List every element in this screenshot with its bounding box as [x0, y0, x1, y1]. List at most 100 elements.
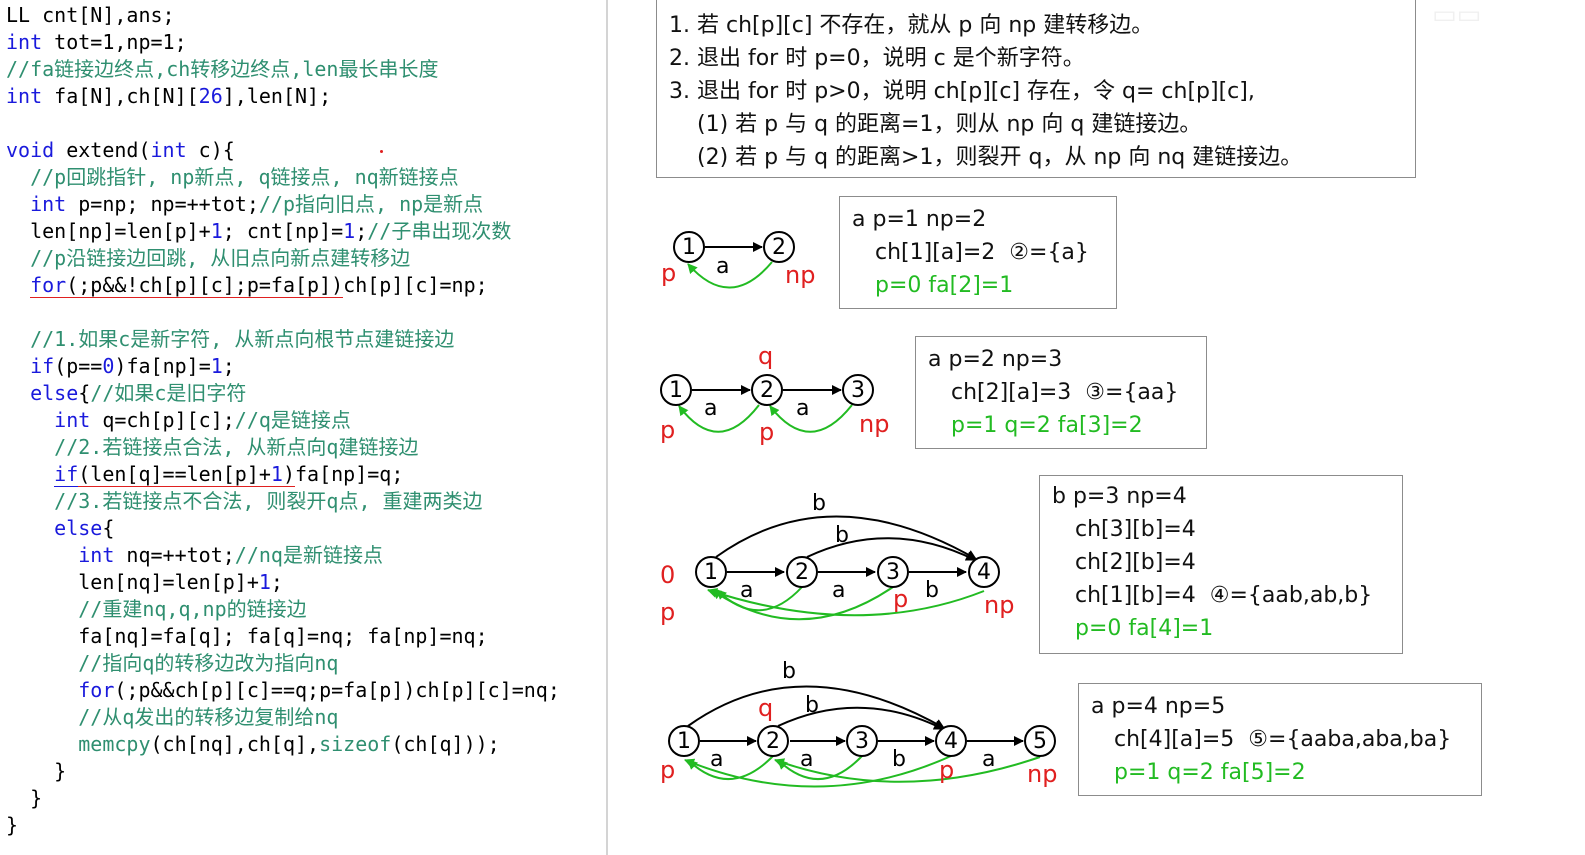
code-line: }: [6, 813, 19, 837]
edge-label: a: [716, 254, 729, 279]
state-node: [673, 231, 705, 263]
pointer-label-np: np: [1027, 760, 1057, 788]
edge-label: b: [812, 491, 826, 516]
state-node: [935, 725, 967, 757]
edge-label: b: [805, 693, 819, 718]
transition-edge: [687, 685, 945, 729]
code-line: if(p==0)fa[np]=1;: [30, 354, 235, 378]
code-comment: //p沿链接边回跳, 从旧点向新点建转移边: [6, 246, 411, 270]
step-1-line-2: ch[1][a]=2 ②={a}: [875, 240, 1089, 265]
code-line: LL cnt[N],ans;: [6, 3, 175, 27]
link-edge: [687, 261, 773, 289]
code-line: if(len[q]==len[p]+1)fa[np]=q;: [54, 462, 404, 487]
step-3-line-1: b p=3 np=4: [1052, 484, 1187, 509]
transition-edge: [715, 515, 977, 560]
state-node: [842, 374, 874, 406]
edge-label: a: [796, 396, 809, 421]
state-label: 1: [682, 235, 696, 260]
rule-2: 2. 退出 for 时 p=0，说明 c 是个新字符。: [669, 46, 1085, 71]
link-edge: [769, 404, 853, 433]
code-line: int tot=1,np=1;: [6, 30, 187, 54]
code-comment: //3.若链接点不合法, 则裂开q点, 重建两类边: [6, 489, 483, 513]
code-comment: //1.如果c是新字符, 从新点向根节点建链接边: [6, 327, 455, 351]
link-edge: [707, 588, 985, 617]
code-comment: //指向q的转移边改为指向nq: [6, 651, 339, 675]
rule-3: 3. 退出 for 时 p>0，说明 ch[p][c] 存在，令 q= ch[p…: [669, 79, 1255, 104]
state-node: [660, 374, 692, 406]
state-node: [786, 556, 818, 588]
step-4-line-2: ch[4][a]=5 ⑤={aaba,aba,ba}: [1114, 727, 1452, 752]
code-line: else{//如果c是旧字符: [30, 381, 247, 405]
state-node: [757, 725, 789, 757]
pointer-label-p: p: [660, 416, 675, 444]
state-label: 4: [977, 560, 991, 585]
state-node: [877, 556, 909, 588]
state-node: [751, 374, 783, 406]
link-edge: [716, 586, 803, 612]
edge-label: a: [832, 578, 845, 603]
state-node: [968, 556, 1000, 588]
code-line: int q=ch[p][c];//q是链接点: [54, 408, 351, 432]
watermark-logo: ▭▭: [1432, 0, 1482, 30]
state-node: [846, 725, 878, 757]
state-node: [763, 231, 795, 263]
pointer-label-np: np: [984, 591, 1014, 619]
pointer-label-p: p: [660, 756, 675, 784]
code-editor[interactable]: LL cnt[N],ans; int tot=1,np=1; //fa链接边终点…: [0, 0, 606, 855]
edge-label: a: [740, 578, 753, 603]
state-label: 1: [669, 378, 683, 403]
diagram-step-2: 1 2 3 a a q p p np: [660, 342, 889, 446]
code-line: len[np]=len[p]+1; cnt[np]=1;//子串出现次数: [6, 219, 512, 243]
link-edge: [774, 756, 1041, 783]
pointer-label-zero: 0: [660, 561, 675, 589]
pane-divider[interactable]: [606, 0, 608, 855]
pointer-label-q: q: [758, 694, 773, 722]
state-label: 2: [795, 560, 809, 585]
diagram-step-4: 1 2 3 4 5 b b a a b a q p p np: [660, 659, 1057, 788]
step-3-line-4: ch[1][b]=4 ④={aab,ab,b}: [1075, 583, 1373, 608]
code-text: tot=1,np=1;: [42, 30, 187, 54]
pointer-label-p: p: [939, 756, 954, 784]
pointer-label-p: p: [893, 585, 908, 613]
step-4-line-3: p=1 q=2 fa[5]=2: [1114, 760, 1306, 785]
step-1-line-1: a p=1 np=2: [852, 207, 987, 232]
state-label: 2: [772, 235, 786, 260]
step-3-line-2: ch[3][b]=4: [1075, 517, 1196, 542]
step-3-box: b p=3 np=4 ch[3][b]=4 ch[2][b]=4 ch[1][b…: [1039, 475, 1403, 654]
cursor-dot: [380, 150, 383, 153]
state-label: 1: [677, 729, 691, 754]
code-line: int fa[N],ch[N][26],len[N];: [6, 84, 332, 108]
rules-box: 1. 若 ch[p][c] 不存在，就从 p 向 np 建转移边。 2. 退出 …: [656, 0, 1416, 178]
step-1-box: a p=1 np=2 ch[1][a]=2 ②={a} p=0 fa[2]=1: [839, 196, 1117, 309]
step-3-line-5: p=0 fa[4]=1: [1075, 616, 1214, 641]
edge-label: b: [782, 659, 796, 684]
edge-label: a: [982, 747, 995, 772]
transition-edge: [777, 706, 944, 730]
code-comment: //fa链接边终点,ch转移边终点,len最长串长度: [6, 57, 439, 81]
diagram-step-1: 1 2 a p np: [661, 231, 815, 289]
edge-label: a: [710, 747, 723, 772]
link-edge: [711, 586, 894, 621]
rule-3-1: (1) 若 p 与 q 的距离=1，则从 np 向 q 建链接边。: [697, 112, 1202, 137]
link-edge: [777, 755, 863, 781]
link-edge: [678, 404, 760, 433]
pointer-label-np: np: [785, 261, 815, 289]
edge-label: b: [925, 578, 939, 603]
edge-label: a: [800, 747, 813, 772]
state-node: [668, 725, 700, 757]
state-label: 3: [855, 729, 869, 754]
pointer-label-p: p: [661, 259, 676, 287]
state-label: 3: [851, 378, 865, 403]
step-2-line-2: ch[2][a]=3 ③={aa}: [951, 380, 1179, 405]
code-line: for(;p&&!ch[p][c];p=fa[p])ch[p][c]=np;: [30, 273, 488, 298]
code-line: for(;p&&ch[p][c]==q;p=fa[p])ch[p][c]=nq;: [78, 678, 560, 702]
code-comment: //p回跳指针, np新点, q链接点, nq新链接点: [6, 165, 459, 189]
step-2-line-1: a p=2 np=3: [928, 347, 1063, 372]
edge-label: b: [835, 523, 849, 548]
pointer-label-p: p: [759, 418, 774, 446]
step-4-line-1: a p=4 np=5: [1091, 694, 1226, 719]
code-line: fa[nq]=fa[q]; fa[q]=nq; fa[np]=nq;: [6, 624, 488, 648]
state-node: [695, 556, 727, 588]
step-3-line-3: ch[2][b]=4: [1075, 550, 1196, 575]
code-line: int p=np; np=++tot;//p指向旧点, np是新点: [30, 192, 484, 216]
